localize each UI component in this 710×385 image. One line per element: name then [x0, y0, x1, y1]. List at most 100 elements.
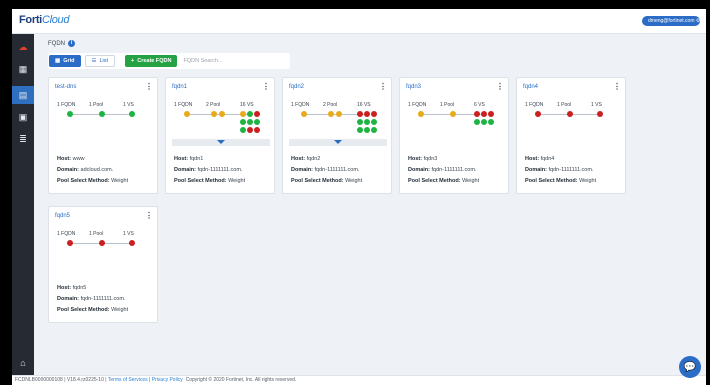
card-menu-icon[interactable]: ⋮: [145, 82, 153, 91]
host-label: Host:: [408, 156, 423, 162]
expand-toggle[interactable]: [289, 139, 387, 146]
vs-status-dot: [357, 119, 363, 125]
pool-status-dot: [99, 240, 105, 246]
host-row: Host: fqdn1: [174, 156, 203, 162]
vs-status-dot: [474, 119, 480, 125]
plus-icon: +: [131, 58, 135, 64]
pool-status-dot: [336, 111, 342, 117]
stat-pool: 2 Pool: [206, 102, 221, 108]
method-label: Pool Select Method:: [408, 178, 461, 184]
fqdn-status-dot: [535, 111, 541, 117]
domain-row: Domain: fqdn-1111111.com.: [291, 167, 359, 173]
vs-status-dot: [129, 111, 135, 117]
card-title[interactable]: fqdn5: [55, 213, 70, 219]
domain-row: Domain: fqdn-1111111.com.: [525, 167, 593, 173]
host-value: fqdn1: [189, 156, 204, 162]
vs-status-dot: [247, 127, 253, 133]
stat-fqdn: 1 FQDN: [174, 102, 193, 108]
cloud-icon[interactable]: ☁: [12, 38, 34, 56]
home-icon[interactable]: ⌂: [12, 354, 34, 372]
grid-view-button[interactable]: ▦ Grid: [49, 55, 81, 67]
host-label: Host:: [525, 156, 540, 162]
vs-status-dot: [240, 119, 246, 125]
user-email: dmeng@fortinet.com: [648, 18, 695, 24]
host-row: Host: www: [57, 156, 85, 162]
domain-label: Domain:: [525, 167, 547, 173]
host-value: fqdn5: [72, 285, 87, 291]
card-menu-icon[interactable]: ⋮: [262, 82, 270, 91]
dashboard-icon[interactable]: ▦: [12, 60, 34, 78]
domain-label: Domain:: [174, 167, 196, 173]
host-label: Host:: [174, 156, 189, 162]
fqdn-status-dot: [184, 111, 190, 117]
host-value: fqdn3: [423, 156, 438, 162]
fqdn-status-dot: [67, 240, 73, 246]
fqdn-status-dot: [301, 111, 307, 117]
vs-status-dot: [371, 111, 377, 117]
terms-link[interactable]: Terms of Services: [108, 377, 148, 383]
host-value: www: [72, 156, 85, 162]
privacy-link[interactable]: Privacy Policy: [152, 377, 183, 383]
method-label: Pool Select Method:: [57, 178, 110, 184]
domain-value: fqdn-1111111.com.: [431, 167, 477, 173]
toolbar: ▦ Grid ☰ List + Create FQDN: [48, 53, 290, 69]
vs-status-dot: [364, 127, 370, 133]
create-fqdn-button[interactable]: + Create FQDN: [125, 55, 178, 67]
fqdn-card[interactable]: fqdn4 ⋮ 1 FQDN 1 Pool 1 VS Host: fqdn4 D…: [516, 77, 626, 194]
method-row: Pool Select Method: Weight: [291, 178, 362, 184]
stat-fqdn: 1 FQDN: [525, 102, 544, 108]
domain-value: fqdn-1111111.com.: [548, 167, 594, 173]
info-icon[interactable]: i: [68, 40, 75, 47]
card-menu-icon[interactable]: ⋮: [613, 82, 621, 91]
footer-copyright: Copyright © 2020 Fortinet, Inc. All righ…: [185, 377, 297, 383]
host-label: Host:: [57, 156, 72, 162]
vs-status-dot: [488, 111, 494, 117]
server-icon[interactable]: ▣: [12, 108, 34, 126]
list-view-button[interactable]: ☰ List: [84, 55, 116, 67]
fqdn-card[interactable]: test-dns ⋮ 1 FQDN 1 Pool 1 VS Host: www …: [48, 77, 158, 194]
grid-icon: ▦: [55, 58, 61, 64]
method-value: Weight: [228, 178, 246, 184]
domain-row: Domain: adcloud.com.: [57, 167, 113, 173]
chat-button[interactable]: 💬: [679, 356, 701, 378]
method-label: Pool Select Method:: [525, 178, 578, 184]
vs-status-dot: [364, 119, 370, 125]
forticloud-logo[interactable]: FortiCloud: [19, 14, 70, 26]
vs-status-dot: [474, 111, 480, 117]
grid-nav-icon[interactable]: ▤: [12, 86, 34, 104]
method-value: Weight: [345, 178, 363, 184]
method-row: Pool Select Method: Weight: [525, 178, 596, 184]
card-title[interactable]: test-dns: [55, 84, 76, 90]
host-label: Host:: [57, 285, 72, 291]
vs-status-dot: [254, 127, 260, 133]
page-title: FQDN i: [48, 40, 75, 47]
grid-label: Grid: [63, 58, 75, 64]
top-bar: FortiCloud dmeng@fortinet.com ⚙▾: [12, 9, 706, 34]
card-title[interactable]: fqdn3: [406, 84, 421, 90]
stat-vs: 16 VS: [357, 102, 371, 108]
domain-label: Domain:: [291, 167, 313, 173]
stat-pool: 1 Pool: [89, 231, 104, 237]
stat-fqdn: 1 FQDN: [57, 231, 76, 237]
card-title[interactable]: fqdn4: [523, 84, 538, 90]
method-label: Pool Select Method:: [174, 178, 227, 184]
card-menu-icon[interactable]: ⋮: [379, 82, 387, 91]
card-title[interactable]: fqdn2: [289, 84, 304, 90]
user-gear-icon: ⚙▾: [695, 18, 700, 24]
fqdn-card[interactable]: fqdn2 ⋮ 1 FQDN 2 Pool 16 VS Host: fqdn2 …: [282, 77, 392, 194]
fqdn-search-input[interactable]: [181, 55, 289, 67]
host-row: Host: fqdn2: [291, 156, 320, 162]
card-menu-icon[interactable]: ⋮: [145, 211, 153, 220]
database-icon[interactable]: ≣: [12, 130, 34, 148]
host-row: Host: fqdn4: [525, 156, 554, 162]
fqdn-card[interactable]: fqdn3 ⋮ 1 FQDN 1 Pool 6 VS Host: fqdn3 D…: [399, 77, 509, 194]
vs-status-dot: [481, 111, 487, 117]
card-menu-icon[interactable]: ⋮: [496, 82, 504, 91]
expand-toggle[interactable]: [172, 139, 270, 146]
fqdn-card[interactable]: fqdn1 ⋮ 1 FQDN 2 Pool 16 VS Host: fqdn1 …: [165, 77, 275, 194]
user-menu-button[interactable]: dmeng@fortinet.com ⚙▾: [642, 16, 700, 26]
fqdn-card[interactable]: fqdn5 ⋮ 1 FQDN 1 Pool 1 VS Host: fqdn5 D…: [48, 206, 158, 323]
card-title[interactable]: fqdn1: [172, 84, 187, 90]
vs-status-dot: [129, 240, 135, 246]
vs-status-dot: [481, 119, 487, 125]
